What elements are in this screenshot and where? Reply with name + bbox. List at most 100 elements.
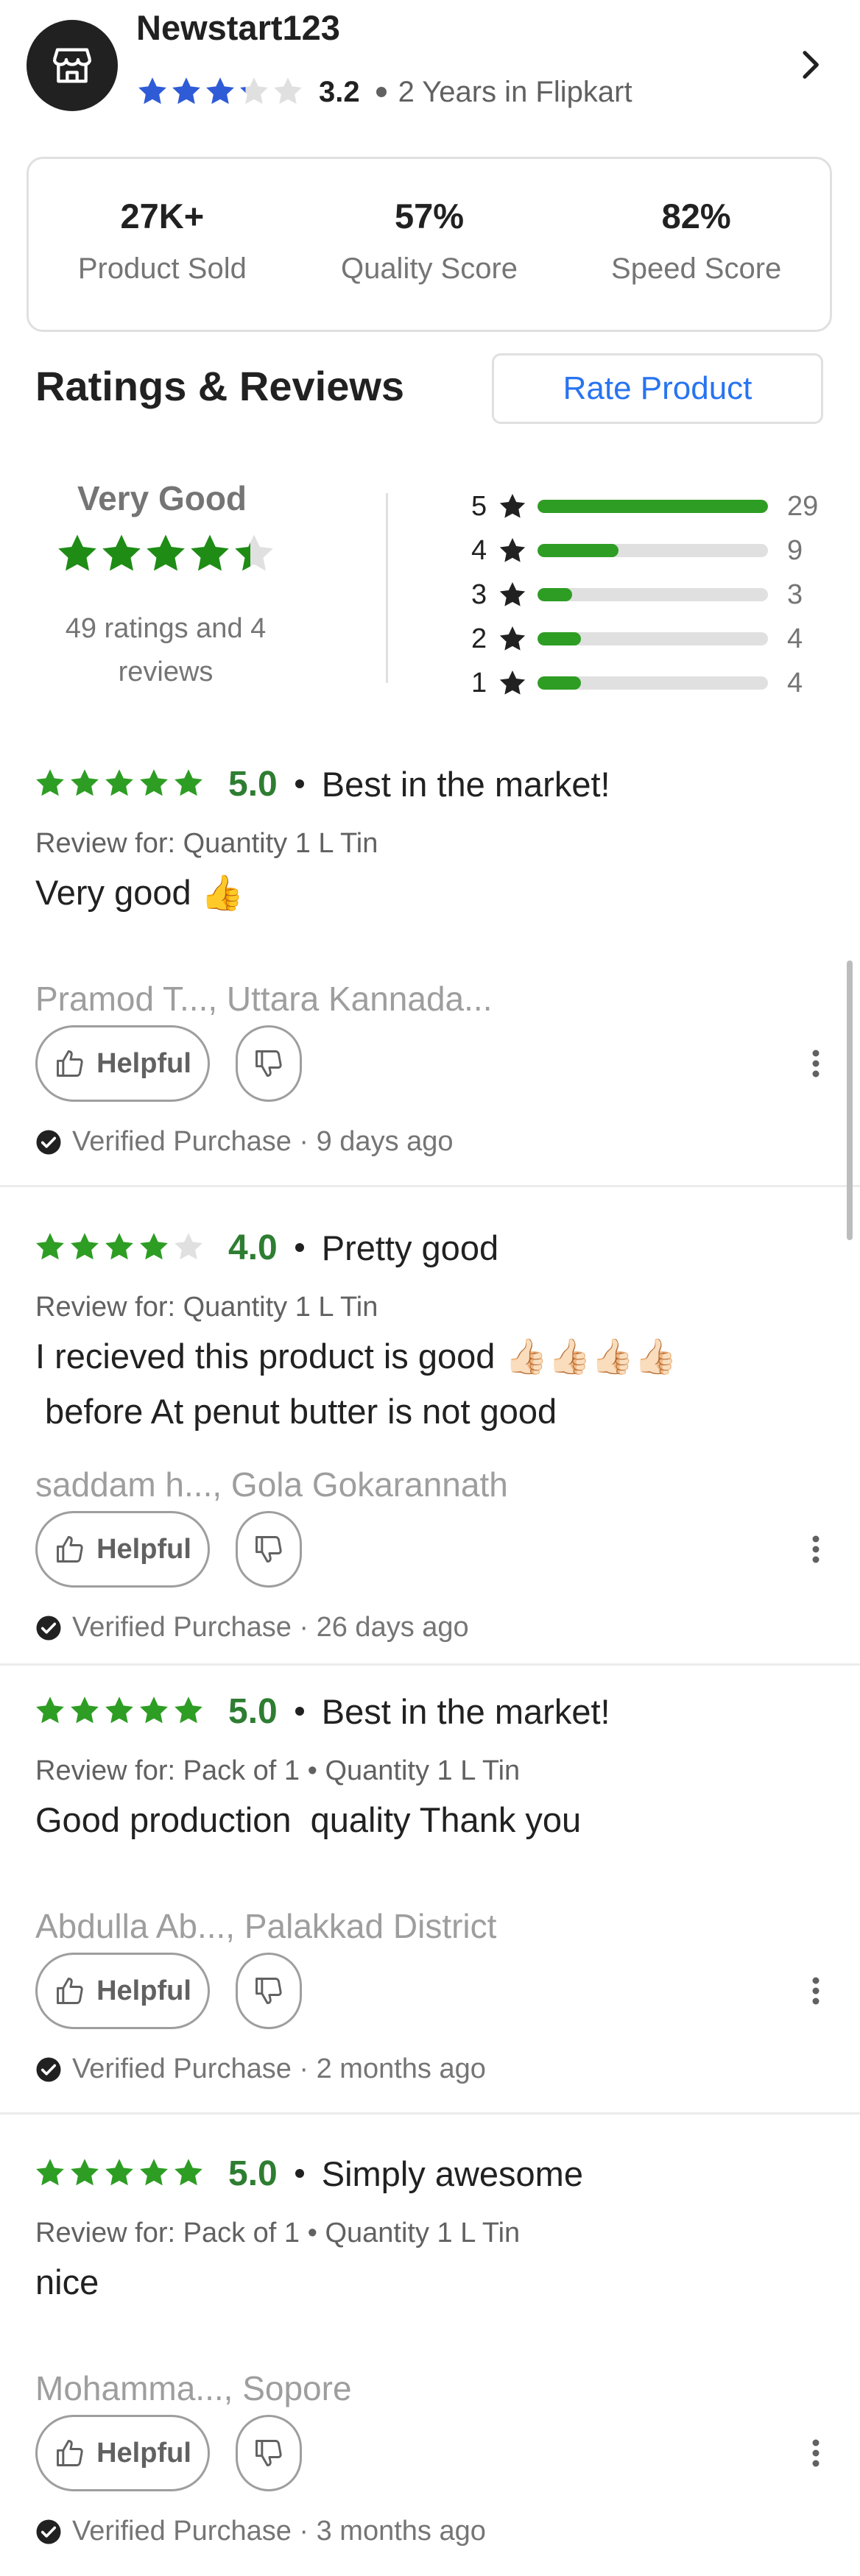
scrollbar-thumb[interactable] <box>847 960 853 1240</box>
star-filled-icon <box>71 1696 99 1724</box>
star-filled-icon <box>175 769 202 796</box>
verified-check-icon <box>36 2519 61 2544</box>
review-body-line: Very good 👍 <box>35 873 244 912</box>
divider <box>386 493 388 683</box>
distribution-bar-fill <box>538 676 582 690</box>
rating-summary: Very Good 49 ratings and 4 reviews 5 29 … <box>0 471 860 698</box>
more-options-icon <box>812 1535 820 1563</box>
more-options-icon <box>812 1050 820 1078</box>
review-card: 5.0 Best in the market! Review for: Pack… <box>0 1685 860 2112</box>
distribution-bar <box>538 500 768 513</box>
distribution-count: 29 <box>787 490 819 522</box>
dislike-button[interactable] <box>236 1953 302 2029</box>
helpful-button[interactable]: Helpful <box>35 1025 210 1102</box>
distribution-count: 3 <box>787 578 803 610</box>
distribution-count: 4 <box>787 667 803 698</box>
review-body-line: before At penut butter is not good <box>35 1392 557 1431</box>
review-header: 5.0 Simply awesome <box>34 2148 583 2199</box>
star-icon <box>499 670 526 695</box>
helpful-label: Helpful <box>96 1533 191 1565</box>
review-author: Abdulla Ab..., Palakkad District <box>35 1907 497 1945</box>
thumbs-down-icon <box>255 1536 282 1563</box>
verified-purchase: Verified Purchase · 9 days ago <box>35 1126 454 1158</box>
review-star-rating <box>36 1696 202 1724</box>
review-header: 4.0 Pretty good <box>34 1222 498 1273</box>
verified-purchase: Verified Purchase · 2 months ago <box>35 2053 486 2085</box>
star-level: 4 <box>471 534 487 566</box>
star-filled-icon <box>138 77 166 105</box>
separator-dot <box>295 779 304 788</box>
seller-rating-value: 3.2 <box>319 75 360 108</box>
helpful-button[interactable]: Helpful <box>35 2415 210 2491</box>
review-star-rating <box>36 1233 202 1260</box>
separator-dot <box>295 1243 304 1252</box>
star-filled-icon <box>175 1696 202 1724</box>
star-level: 3 <box>471 578 487 610</box>
distribution-count: 9 <box>787 534 803 566</box>
review-variant: Review for: Quantity 1 L Tin <box>35 828 378 859</box>
store-icon <box>52 48 92 83</box>
dislike-button[interactable] <box>236 2415 302 2491</box>
star-filled-icon <box>191 534 229 571</box>
rating-distribution-row: 5 29 <box>471 484 825 528</box>
review-score: 5.0 <box>228 764 278 804</box>
more-options-button[interactable] <box>801 1969 831 2013</box>
overall-label: Very Good <box>77 479 247 517</box>
helpful-label: Helpful <box>96 2437 191 2469</box>
star-filled-icon <box>36 1233 64 1260</box>
star-filled-icon <box>71 1233 99 1260</box>
review-variant: Review for: Pack of 1 • Quantity 1 L Tin <box>35 1755 521 1786</box>
rating-distribution-row: 3 3 <box>471 573 825 617</box>
separator-dot <box>376 87 387 97</box>
rating-distribution-row: 4 9 <box>471 528 825 573</box>
stat-label: Quality Score <box>340 252 518 285</box>
review-divider <box>0 2112 860 2115</box>
review-body: Good production quality Thank you <box>35 1792 581 1847</box>
star-icon <box>499 538 526 562</box>
dislike-button[interactable] <box>236 1025 302 1102</box>
seller-header[interactable]: Newstart123 3.2 2 Years in Flipkart <box>0 0 860 140</box>
star-filled-icon <box>206 77 234 105</box>
review-card: 5.0 Best in the market! Review for: Quan… <box>0 758 860 1185</box>
star-filled-icon <box>105 2159 133 2186</box>
star-filled-icon <box>140 2159 168 2186</box>
chevron-right-icon[interactable] <box>789 44 831 85</box>
distribution-bar <box>538 544 768 557</box>
more-options-button[interactable] <box>801 2431 831 2475</box>
rate-product-button[interactable]: Rate Product <box>492 353 823 424</box>
stat-value: 57% <box>394 197 465 236</box>
review-body-line: nice <box>35 2262 99 2301</box>
star-filled-icon <box>172 77 200 105</box>
star-filled-icon <box>36 1696 64 1724</box>
verified-check-icon <box>36 2057 61 2081</box>
dislike-button[interactable] <box>236 1511 302 1588</box>
helpful-button[interactable]: Helpful <box>35 1953 210 2029</box>
star-filled-icon <box>140 1233 168 1260</box>
review-body: nice <box>35 2254 99 2310</box>
star-level: 2 <box>471 623 487 654</box>
review-header: 5.0 Best in the market! <box>34 758 610 810</box>
review-score: 5.0 <box>228 2154 278 2193</box>
thumbs-up-icon <box>57 2440 83 2466</box>
stat-label: Product Sold <box>77 252 247 285</box>
distribution-bar-fill <box>538 544 618 557</box>
review-title: Best in the market! <box>321 1691 610 1731</box>
star-filled-icon <box>71 769 99 796</box>
more-options-button[interactable] <box>801 1527 831 1571</box>
distribution-bar-fill <box>538 588 572 601</box>
thumbs-down-icon <box>255 1050 282 1077</box>
seller-tenure: 2 Years in Flipkart <box>398 75 632 108</box>
review-header: 5.0 Best in the market! <box>34 1685 610 1737</box>
star-icon <box>499 626 526 651</box>
star-filled-icon <box>102 534 141 571</box>
section-title: Ratings & Reviews <box>35 363 405 409</box>
verified-check-icon <box>36 1130 61 1154</box>
stat-quality-score: 57% Quality Score <box>296 159 563 330</box>
rating-distribution-row: 2 4 <box>471 617 825 661</box>
more-options-button[interactable] <box>801 1041 831 1086</box>
helpful-button[interactable]: Helpful <box>35 1511 210 1588</box>
separator-dot <box>295 1707 304 1716</box>
star-filled-icon <box>58 534 96 571</box>
distribution-bar <box>538 588 768 601</box>
star-half-icon <box>240 77 268 105</box>
